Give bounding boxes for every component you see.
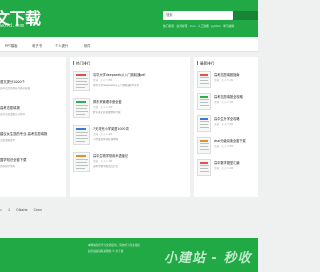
latest-ranking-panel: 最新排行 高考志愿填报指南 文档 · 大小 5.1M 高考志愿填报全攻略 文档 … bbox=[194, 57, 258, 197]
list-item-title[interactable]: 胖东来管理手册全套 bbox=[93, 99, 188, 104]
nav-item-ebook[interactable]: 电子书 bbox=[32, 43, 42, 48]
main-nav: PPT模板 电子书 个人提升 软件 bbox=[0, 37, 258, 52]
list-item-desc: 清华大学deepseek从入门到精通pdf全文 bbox=[93, 84, 140, 87]
list-item-title[interactable]: dszl分级阅读全套下载 bbox=[214, 138, 256, 143]
list-item-meta: 文档 · 大小 1.2M bbox=[93, 160, 113, 163]
document-thumbnail bbox=[197, 137, 211, 154]
hot-link[interactable]: 台湾标签 bbox=[176, 24, 187, 28]
pager-link[interactable]: Olbsha bbox=[16, 208, 27, 212]
list-item-desc: 志愿填报参考 bbox=[0, 139, 16, 142]
hot-link[interactable]: icon bbox=[190, 24, 196, 28]
list-item-desc: 高中语文答题技巧满分秘籍 bbox=[0, 87, 31, 90]
list-item-meta: 文档 · 大小 2.3M bbox=[214, 101, 234, 104]
watermark: 小建站 - 秒收 bbox=[164, 251, 252, 266]
list-item-title[interactable]: 高中数学题型汇编 bbox=[214, 160, 256, 165]
pager-page[interactable]: 1 bbox=[8, 208, 10, 212]
list-item-desc: 高中生物学知识点汇总 bbox=[93, 165, 119, 168]
nav-item-self-improvement[interactable]: 个人提升 bbox=[55, 43, 68, 48]
document-thumbnail bbox=[197, 159, 211, 176]
heading-accent-bar bbox=[73, 61, 74, 65]
list-item-meta: 文档 · 大小 2.1M bbox=[93, 106, 113, 109]
list-item-desc: 胖东来企业管理资料下载 bbox=[93, 111, 121, 114]
hot-link[interactable]: 热门标签 bbox=[163, 24, 174, 28]
list-item-title[interactable]: 高中生物学常用术语速记 bbox=[93, 153, 188, 158]
panel-heading-text: 最新排行 bbox=[200, 61, 215, 66]
site-header: 文下载 word.com 搜索 热门标签 台湾标签 icon 人工智能 pyth… bbox=[0, 0, 258, 37]
list-item-title[interactable]: 高考志愿填报 bbox=[0, 105, 64, 110]
list-item-desc: 小学英语单词背诵资料 bbox=[93, 138, 119, 141]
document-thumbnail bbox=[197, 115, 211, 132]
list-item-meta: 文档 · 大小 3.0M bbox=[214, 123, 234, 126]
list-item-meta: 文档 · 大小 4.4M bbox=[214, 145, 234, 148]
list-item-desc: 经典国学资料 bbox=[0, 165, 16, 168]
search-button[interactable] bbox=[233, 11, 258, 20]
list-item-meta: 文档 · 大小 5.1M bbox=[214, 79, 234, 82]
hot-link[interactable]: 学习资料 bbox=[223, 24, 234, 28]
document-thumbnail bbox=[73, 98, 90, 118]
search-input[interactable]: 搜索 bbox=[163, 11, 233, 20]
heading-accent-bar bbox=[197, 61, 198, 65]
site-logo-domain: word.com bbox=[0, 23, 25, 29]
list-item-title[interactable]: 国学知识全套下载 bbox=[0, 157, 64, 162]
list-item-meta: 文档 · 大小 1.6M bbox=[93, 133, 113, 136]
left-panel: 语文提分1000个 高中语文答题技巧满分秘籍 高考志愿填报 高考志愿填报方法指导… bbox=[0, 57, 66, 197]
document-thumbnail bbox=[73, 125, 90, 145]
panel-heading: 热门排行 bbox=[73, 61, 90, 67]
list-item-title[interactable]: 建议女生选的专业-高考志愿填报 bbox=[0, 131, 64, 136]
pager-prev[interactable]: « bbox=[0, 208, 2, 212]
hot-link[interactable]: 人工智能 bbox=[198, 24, 209, 28]
panel-heading-text: 热门排行 bbox=[76, 61, 91, 66]
nav-item-software[interactable]: 软件 bbox=[84, 43, 91, 48]
document-thumbnail bbox=[197, 71, 211, 88]
list-item-title[interactable]: 高考志愿填报全攻略 bbox=[214, 94, 256, 99]
document-thumbnail bbox=[73, 152, 90, 172]
list-item-desc: 高考志愿填报方法指导 bbox=[0, 113, 26, 116]
document-thumbnail bbox=[197, 93, 211, 110]
list-item-meta: 文档 · 大小 3.8M bbox=[93, 79, 113, 82]
list-item-meta: 文档 · 大小 1.9M bbox=[214, 167, 234, 170]
hot-link[interactable]: python bbox=[211, 24, 221, 28]
panel-heading: 最新排行 bbox=[197, 61, 214, 67]
hot-ranking-panel: 热门排行 清华大学deepseek从入门到精通pdf 文档 · 大小 3.8M … bbox=[70, 57, 190, 197]
list-item-title[interactable]: 高考志愿填报指南 bbox=[214, 72, 256, 77]
list-item-title[interactable]: 语文提分1000个 bbox=[0, 79, 64, 84]
hot-links: 热门标签 台湾标签 icon 人工智能 python 学习资料 bbox=[163, 24, 258, 28]
pagination: « 1 Olbsha Cnnx bbox=[0, 208, 42, 212]
list-item-title[interactable]: 清华大学deepseek从入门到精通pdf bbox=[93, 72, 188, 77]
nav-item-ppt[interactable]: PPT模板 bbox=[5, 43, 18, 48]
list-item-title[interactable]: 高中生升学全攻略 bbox=[214, 116, 256, 121]
document-thumbnail bbox=[73, 71, 90, 91]
list-item-title[interactable]: 7天背完小学英语1000词 bbox=[93, 126, 188, 131]
pager-link[interactable]: Cnnx bbox=[34, 208, 42, 212]
